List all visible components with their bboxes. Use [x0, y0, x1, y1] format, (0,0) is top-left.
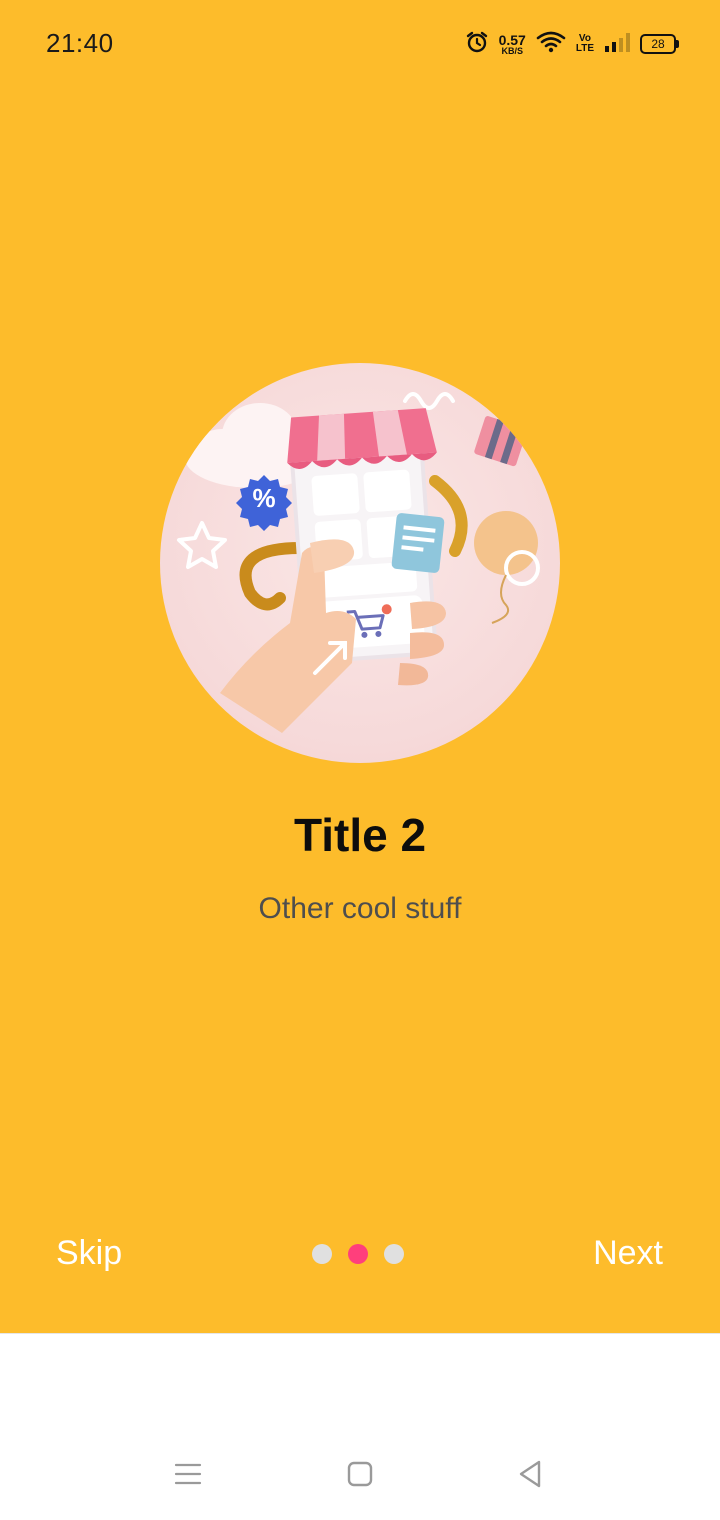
skip-button[interactable]: Skip — [56, 1234, 122, 1273]
app-screen: 21:40 0.57 KB/S Vo LTE 28 % Title 2 Othe… — [0, 0, 720, 1520]
wifi-icon — [536, 30, 566, 59]
volte-indicator: Vo LTE — [576, 34, 594, 54]
slide-title: Title 2 — [293, 809, 427, 861]
network-speed: 0.57 KB/S — [499, 33, 526, 56]
menu-icon — [174, 1462, 202, 1491]
menu-button[interactable] — [168, 1456, 208, 1496]
page-dot-3[interactable] — [384, 1244, 404, 1264]
slide-subtitle: Other cool stuff — [258, 892, 462, 925]
home-button[interactable] — [340, 1456, 380, 1496]
status-bar: 21:40 0.57 KB/S Vo LTE 28 — [0, 0, 720, 88]
signal-icon — [604, 31, 630, 58]
volte-bottom: LTE — [575, 43, 594, 54]
page-dot-1[interactable] — [312, 1244, 332, 1264]
svg-text:%: % — [252, 483, 275, 513]
onboarding-page: 21:40 0.57 KB/S Vo LTE 28 % Title 2 Othe… — [0, 0, 720, 1333]
next-button[interactable]: Next — [593, 1234, 663, 1273]
shopping-illustration: % — [160, 363, 560, 763]
alarm-icon — [465, 30, 489, 59]
page-dot-2-active[interactable] — [348, 1244, 368, 1264]
home-icon — [347, 1461, 373, 1492]
network-speed-unit: KB/S — [501, 45, 523, 56]
back-icon — [517, 1460, 543, 1493]
status-icons: 0.57 KB/S Vo LTE 28 — [465, 28, 679, 60]
page-indicator — [312, 1244, 404, 1264]
status-time: 21:40 — [46, 28, 114, 58]
network-speed-value: 0.57 — [498, 31, 526, 48]
divider — [0, 1333, 720, 1334]
navigation-bar — [0, 1440, 720, 1512]
battery-icon: 28 — [640, 34, 679, 54]
battery-level: 28 — [651, 37, 665, 51]
back-button[interactable] — [510, 1456, 550, 1496]
